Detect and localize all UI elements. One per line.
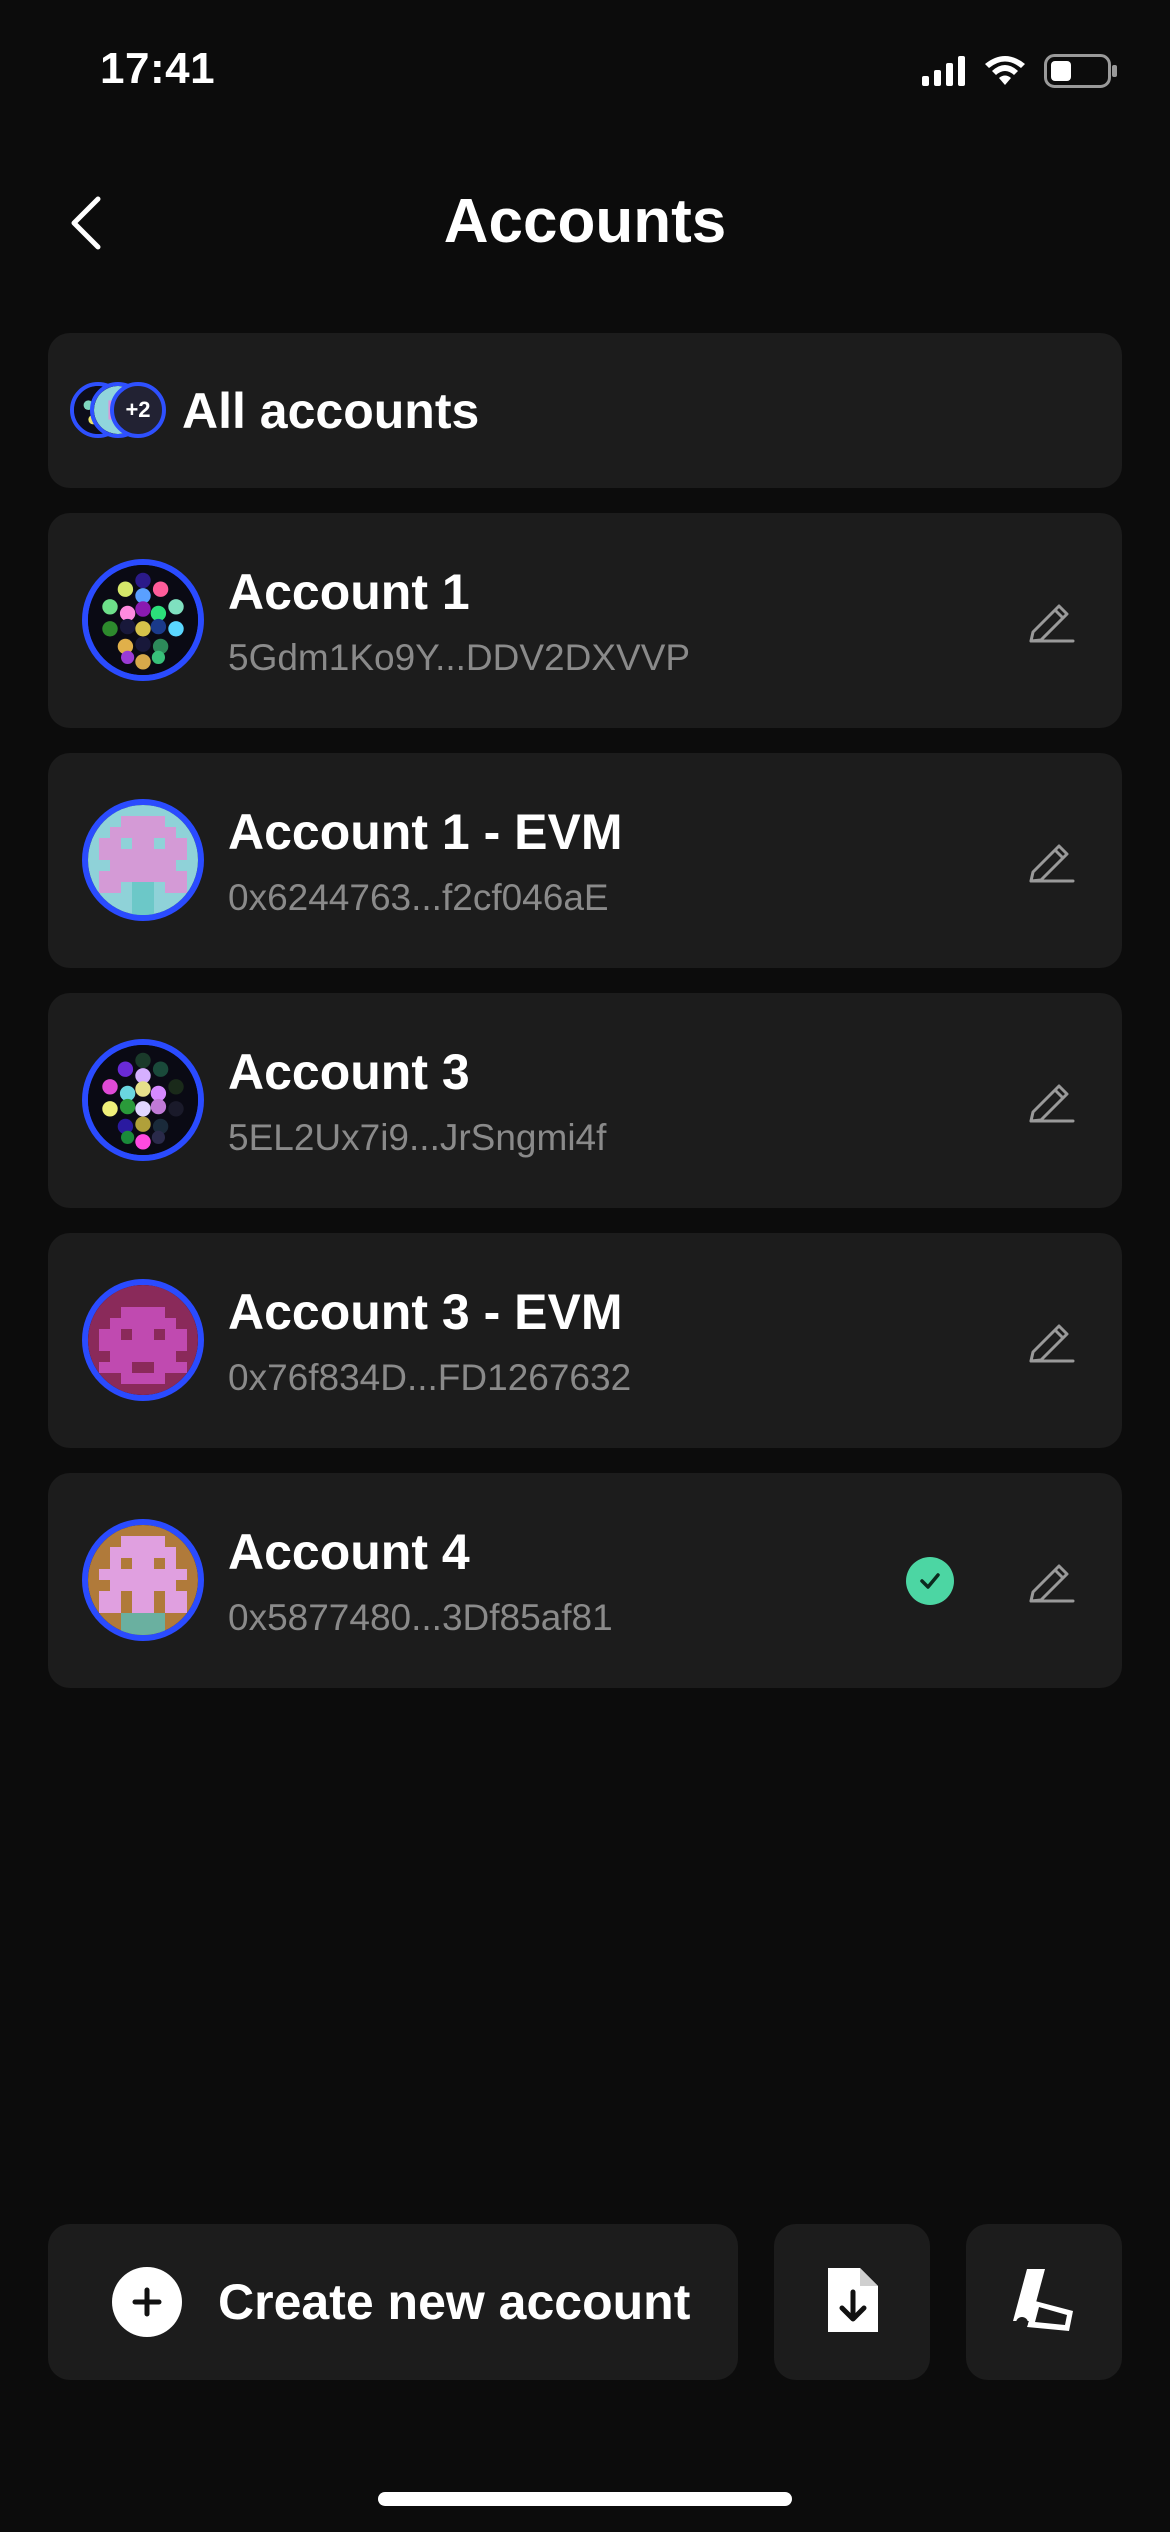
all-accounts-item[interactable]: +2 All accounts (48, 333, 1122, 488)
account-name: Account 3 - EVM (228, 1284, 623, 1340)
all-accounts-label: All accounts (182, 382, 480, 439)
edit-account-button[interactable] (1022, 1551, 1082, 1611)
account-avatar (82, 1039, 204, 1161)
battery-icon (1044, 54, 1118, 93)
cellular-signal-icon (922, 56, 966, 91)
account-name: Account 1 (228, 564, 470, 620)
account-avatar (82, 1279, 204, 1401)
pencil-icon (1027, 1554, 1077, 1609)
account-avatar (82, 799, 204, 921)
status-time: 17:41 (100, 44, 216, 93)
create-new-account-label: Create new account (218, 2274, 691, 2330)
account-address: 5Gdm1Ko9Y...DDV2DXVVP (228, 637, 691, 678)
edit-account-button[interactable] (1022, 1071, 1082, 1131)
check-circle-icon (906, 1557, 954, 1605)
page-title: Accounts (443, 187, 727, 256)
status-icons (922, 54, 1118, 93)
home-indicator (378, 2492, 792, 2506)
create-new-account-button[interactable]: Create new account (48, 2224, 738, 2380)
pencil-icon (1027, 594, 1077, 649)
ledger-icon (1009, 2265, 1079, 2340)
account-address: 0x6244763...f2cf046aE (228, 877, 609, 918)
pencil-icon (1027, 834, 1077, 889)
pencil-icon (1027, 1074, 1077, 1129)
account-item[interactable]: Account 4 0x5877480...3Df85af81 (48, 1473, 1122, 1688)
account-item[interactable]: Account 1 - EVM 0x6244763...f2cf046aE (48, 753, 1122, 968)
account-count-badge: +2 (110, 381, 166, 438)
edit-account-button[interactable] (1022, 831, 1082, 891)
pencil-icon (1027, 1314, 1077, 1369)
edit-account-button[interactable] (1022, 591, 1082, 651)
account-avatar (82, 1519, 204, 1641)
import-account-button[interactable] (774, 2224, 930, 2380)
account-name: Account 4 (228, 1524, 470, 1580)
account-name: Account 3 (228, 1044, 470, 1100)
file-download-icon (822, 2264, 882, 2341)
stacked-avatars: +2 (70, 376, 180, 446)
account-item[interactable]: Account 3 5EL2Ux7i9...JrSngmi4f (48, 993, 1122, 1208)
account-address: 0x76f834D...FD1267632 (228, 1357, 632, 1398)
account-address: 0x5877480...3Df85af81 (228, 1597, 613, 1638)
account-avatar (82, 559, 204, 681)
edit-account-button[interactable] (1022, 1311, 1082, 1371)
plus-circle-icon (112, 2267, 182, 2337)
account-item[interactable]: Account 1 5Gdm1Ko9Y...DDV2DXVVP (48, 513, 1122, 728)
account-name: Account 1 - EVM (228, 804, 623, 860)
connect-hardware-wallet-button[interactable] (966, 2224, 1122, 2380)
account-item[interactable]: Account 3 - EVM 0x76f834D...FD1267632 (48, 1233, 1122, 1448)
account-address: 5EL2Ux7i9...JrSngmi4f (228, 1117, 607, 1158)
wifi-icon (984, 55, 1026, 92)
